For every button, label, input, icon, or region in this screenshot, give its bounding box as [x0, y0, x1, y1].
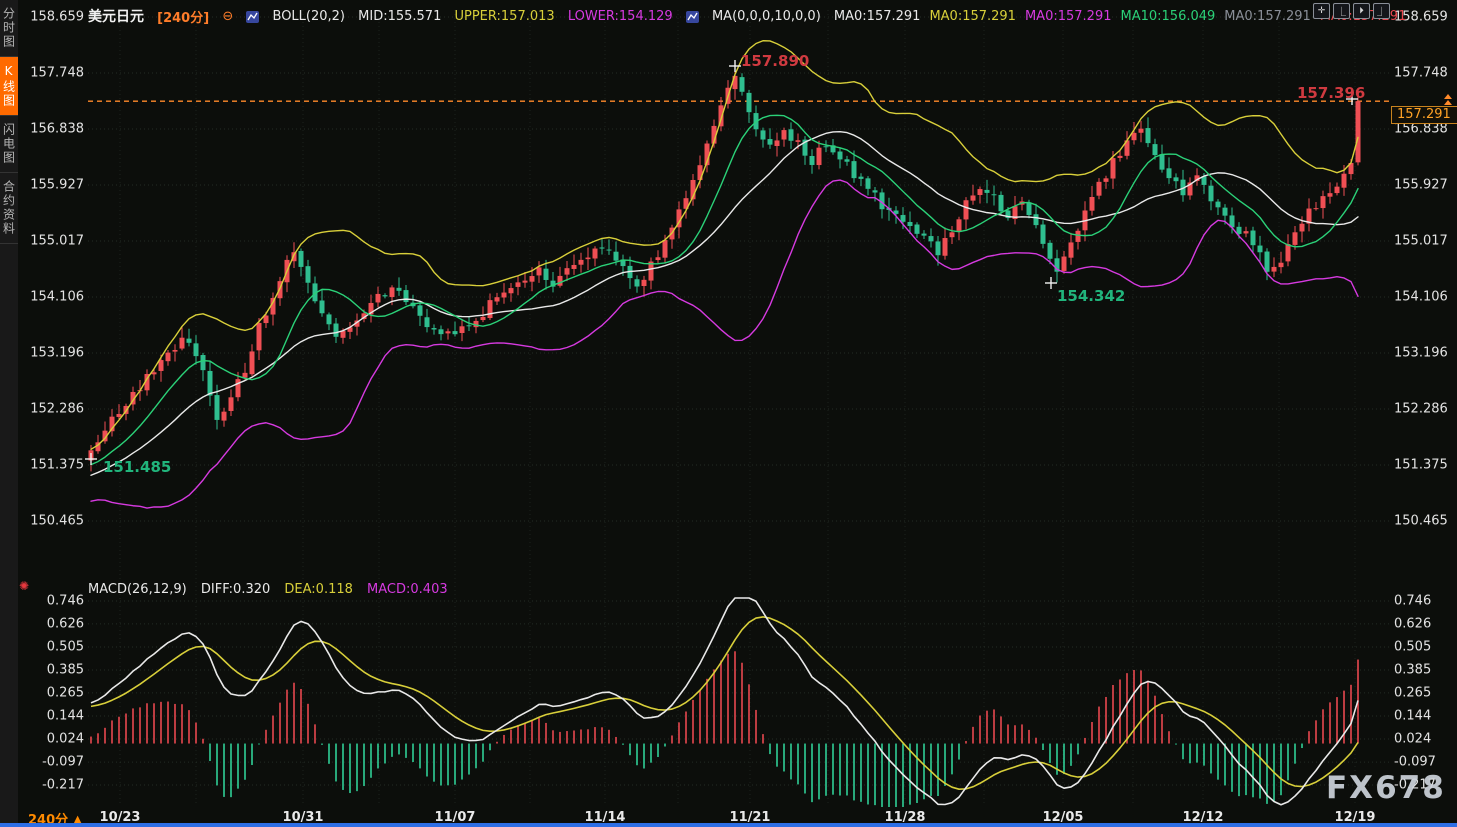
bottom-divider-bar: [0, 823, 1457, 827]
macd-axis-label: 0.024: [1394, 731, 1431, 746]
chart-axis-left-icon[interactable]: ⎿: [1333, 3, 1350, 19]
macd-axis-label: 0.024: [28, 731, 84, 746]
price-axis-label: 153.196: [1394, 346, 1448, 361]
price-annotation: 154.342: [1057, 287, 1125, 305]
price-annotation: 151.485: [103, 458, 171, 476]
price-annotation: 157.890: [741, 52, 809, 70]
sidebar-tab-3[interactable]: 闪电图: [0, 116, 18, 173]
main-chart[interactable]: [0, 0, 1457, 827]
macd-axis-label: 0.144: [28, 709, 84, 724]
macd-diff-value: DIFF:0.320: [201, 582, 270, 597]
ma-value-3: MA0:157.291: [1025, 9, 1112, 24]
price-axis-label: 157.748: [28, 66, 84, 81]
macd-axis-label: 0.746: [1394, 594, 1431, 609]
macd-axis-label: 0.626: [28, 616, 84, 631]
chart-play-icon[interactable]: ⏵: [1353, 3, 1370, 19]
price-axis-label: 152.286: [1394, 401, 1448, 416]
macd-axis-label: 0.385: [28, 662, 84, 677]
live-indicator-icon[interactable]: ✺: [19, 580, 29, 592]
price-axis-label: 153.196: [28, 346, 84, 361]
ma-label: MA(0,0,0,10,0,0): [712, 9, 821, 24]
price-axis-label: 156.838: [28, 122, 84, 137]
macd-axis-label: -0.097: [1394, 755, 1436, 770]
boll-mid-value: MID:155.571: [358, 9, 441, 24]
ma-value-2: MA0:157.291: [929, 9, 1016, 24]
sidebar-tab-4[interactable]: 合约资料: [0, 173, 18, 244]
trading-terminal: 分时图K线图闪电图合约资料 ✺ 美元日元 [240分] ⊖ BOLL(20,2)…: [0, 0, 1457, 827]
sidebar: 分时图K线图闪电图合约资料: [0, 0, 18, 823]
watermark: FX678: [1326, 770, 1446, 806]
boll-indicator-icon[interactable]: [246, 11, 259, 23]
price-annotation: 157.396: [1297, 84, 1365, 102]
macd-axis-label: 0.265: [28, 685, 84, 700]
macd-header: MACD(26,12,9) DIFF:0.320 DEA:0.118 MACD:…: [88, 582, 458, 597]
chart-axis-right-icon[interactable]: ⏌: [1373, 3, 1390, 19]
price-axis-label: 155.017: [28, 234, 84, 249]
current-price-value: 157.291: [1397, 107, 1451, 122]
macd-macd-value: MACD:0.403: [367, 582, 448, 597]
boll-label: BOLL(20,2): [273, 9, 346, 24]
macd-axis-label: 0.385: [1394, 662, 1431, 677]
price-axis-label: 154.106: [28, 290, 84, 305]
macd-label: MACD(26,12,9): [88, 582, 187, 597]
price-axis-label: 151.375: [28, 458, 84, 473]
price-axis-label: 154.106: [1394, 290, 1448, 305]
price-axis-label: 155.927: [28, 178, 84, 193]
collapse-icon[interactable]: ⊖: [222, 9, 233, 24]
sidebar-tab-1[interactable]: 分时图: [0, 0, 18, 57]
chart-toolbar: ✛⎿⏵⏌: [1313, 3, 1390, 19]
price-axis-label: 158.659: [28, 10, 84, 25]
current-price-tag: 157.291: [1391, 106, 1457, 124]
macd-axis-label: 0.265: [1394, 685, 1431, 700]
price-axis-label: 152.286: [28, 401, 84, 416]
macd-axis-label: 0.746: [28, 594, 84, 609]
ma-value-1: MA0:157.291: [834, 9, 921, 24]
macd-dea-value: DEA:0.118: [284, 582, 353, 597]
ma-indicator-icon[interactable]: [686, 11, 699, 23]
ma-value-5: MA0:157.291: [1224, 9, 1311, 24]
macd-axis-label: 0.144: [1394, 709, 1431, 724]
macd-axis-label: -0.217: [28, 778, 84, 793]
sidebar-tab-2[interactable]: K线图: [0, 57, 18, 116]
macd-axis-label: 0.505: [1394, 640, 1431, 655]
price-axis-label: 155.927: [1394, 178, 1448, 193]
period-label[interactable]: [240分]: [157, 11, 209, 26]
macd-axis-label: -0.097: [28, 755, 84, 770]
ma-value-4: MA10:156.049: [1121, 9, 1216, 24]
macd-axis-label: 0.505: [28, 640, 84, 655]
price-axis-label: 151.375: [1394, 458, 1448, 473]
boll-upper-value: UPPER:157.013: [454, 9, 554, 24]
price-axis-label: 150.465: [28, 514, 84, 529]
price-up-arrow-icon: [1444, 94, 1452, 106]
price-axis-label: 157.748: [1394, 66, 1448, 81]
symbol-title: 美元日元: [88, 9, 144, 25]
crosshair-icon[interactable]: ✛: [1313, 3, 1330, 19]
price-axis-label: 150.465: [1394, 514, 1448, 529]
macd-axis-label: 0.626: [1394, 616, 1431, 631]
boll-lower-value: LOWER:154.129: [568, 9, 673, 24]
price-axis-label: 155.017: [1394, 234, 1448, 249]
chart-header: 美元日元 [240分] ⊖ BOLL(20,2) MID:155.571 UPP…: [88, 6, 1424, 22]
